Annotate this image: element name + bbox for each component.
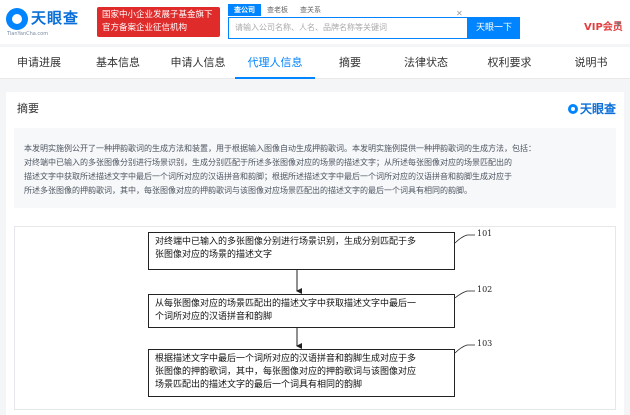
brand-watermark: 天眼查 (568, 100, 616, 117)
nav-item-abstract[interactable]: 摘要 (315, 47, 385, 79)
nav-item-progress[interactable]: 申请进展 (0, 47, 78, 79)
nav-item-description[interactable]: 说明书 (552, 47, 630, 79)
leader-101 (454, 234, 475, 244)
nav-item-claims[interactable]: 权利要求 (467, 47, 552, 79)
flow-step-101-line: 对终端中已输入的多张图像分别进行场景识别，生成分别匹配于多 (155, 237, 417, 247)
tab-company[interactable]: 查公司 (228, 4, 261, 16)
flow-step-103-line: 根据描述文字中最后一个词所对应的汉语拼音和韵脚生成对应于多 (155, 354, 417, 364)
leader-102 (454, 290, 475, 299)
abstract-figure[interactable]: 对终端中已输入的多张图像分别进行场景识别，生成分别匹配于多 张图像对应的场景的描… (14, 226, 616, 410)
chevron-down-icon[interactable]: ▾ (616, 19, 621, 30)
flow-label-103: 103 (477, 339, 493, 348)
flow-step-101-line: 张图像对应的场景的描述文字 (155, 250, 273, 260)
flow-step-101: 对终端中已输入的多张图像分别进行场景识别，生成分别匹配于多 张图像对应的场景的描… (148, 232, 455, 270)
eye-logo-icon (6, 8, 28, 30)
logo-url: TianYanCha.com (7, 31, 49, 37)
abstract-line: 描述文字中获取所述描述文字中最后一个词所对应的汉语拼音和韵脚；根据所述描述文字中… (24, 172, 512, 181)
flow-step-102: 从每张图像对应的场景匹配出的描述文字中获取描述文字中最后一 个词所对应的汉语拼音… (148, 294, 455, 328)
promo-line-1: 国家中小企业发展子基金旗下 (102, 10, 213, 20)
promo-banner[interactable]: 国家中小企业发展子基金旗下 官方备案企业征信机构 (97, 7, 220, 37)
tianyancha-logo[interactable]: 天眼查 TianYanCha.com (6, 5, 94, 39)
flow-step-103-line: 张图像的押韵歌词，其中，每张图像对应的押韵歌词与该图像对应 (155, 367, 417, 377)
tab-boss[interactable]: 查老板 (261, 4, 294, 16)
abstract-text: 本发明实施例公开了一种押韵歌词的生成方法和装置，用于根据输入图像自动生成押韵歌词… (14, 128, 616, 208)
flow-step-102-line: 从每张图像对应的场景匹配出的描述文字中获取描述文字中最后一 (155, 299, 417, 309)
abstract-line: 本发明实施例公开了一种押韵歌词的生成方法和装置，用于根据输入图像自动生成押韵歌词… (24, 144, 536, 153)
search-button[interactable]: 天眼一下 (468, 17, 520, 39)
search-tabs: 查公司 查老板 查关系 (228, 4, 327, 16)
abstract-panel: 摘要 天眼查 本发明实施例公开了一种押韵歌词的生成方法和装置，用于根据输入图像自… (6, 92, 624, 415)
leader-103 (454, 344, 475, 354)
top-bar: 天眼查 TianYanCha.com 国家中小企业发展子基金旗下 官方备案企业征… (0, 0, 630, 44)
logo-text: 天眼查 (31, 9, 80, 27)
flow-step-103: 根据描述文字中最后一个词所对应的汉语拼音和韵脚生成对应于多 张图像的押韵歌词，其… (148, 349, 455, 397)
active-tab-indicator (235, 77, 315, 79)
abstract-line: 对终端中已输入的多张图像分别进行场景识别，生成分别匹配于所述多张图像对应的场景的… (24, 158, 512, 167)
flow-step-102-line: 个词所对应的汉语拼音和韵脚 (155, 312, 273, 322)
tab-relation[interactable]: 查关系 (294, 4, 327, 16)
search-input[interactable]: 请输入公司名称、人名、品牌名称等关键词 (228, 17, 468, 39)
nav-item-legal-status[interactable]: 法律状态 (385, 47, 467, 79)
flow-label-101: 101 (477, 229, 493, 238)
search-area: 查公司 查老板 查关系 请输入公司名称、人名、品牌名称等关键词 ✕ 天眼一下 (228, 4, 520, 40)
nav-item-agent[interactable]: 代理人信息 (235, 47, 315, 79)
eye-logo-icon (568, 104, 578, 114)
nav-item-applicant[interactable]: 申请人信息 (158, 47, 238, 79)
clear-icon[interactable]: ✕ (456, 4, 463, 24)
brand-text: 天眼查 (580, 102, 617, 116)
flow-label-102: 102 (477, 285, 493, 294)
flow-step-103-line: 场景匹配出的描述文字的最后一个词具有相同的韵脚 (155, 380, 363, 390)
patent-nav: 申请进展 基本信息 申请人信息 代理人信息 摘要 法律状态 权利要求 说明书 (0, 47, 630, 79)
promo-line-2: 官方备案企业征信机构 (102, 23, 188, 33)
abstract-line: 所述多张图像的押韵歌词，其中，每张图像对应的押韵歌词与该图像对应场景匹配出的描述… (24, 186, 472, 195)
abstract-title: 摘要 (17, 102, 39, 115)
nav-item-basic-info[interactable]: 基本信息 (78, 47, 158, 79)
